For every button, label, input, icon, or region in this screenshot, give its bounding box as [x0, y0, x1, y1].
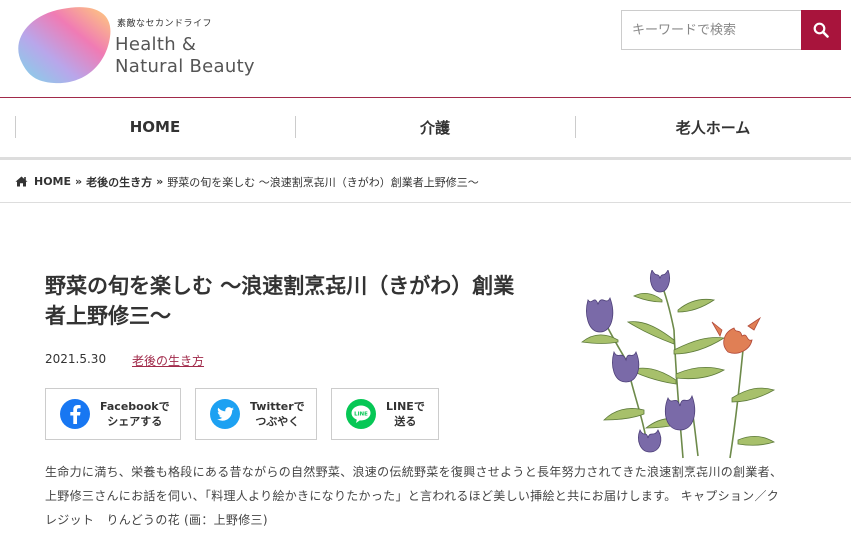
search-icon: [813, 22, 829, 38]
brand-line-2: Natural Beauty: [115, 56, 255, 77]
breadcrumb-current: 野菜の旬を楽しむ 〜浪速割烹㐂川（きがわ）創業者上野修三〜: [167, 175, 479, 189]
gentian-illustration: [581, 270, 776, 459]
svg-text:LINE: LINE: [354, 411, 368, 417]
breadcrumb-separator: »: [75, 175, 83, 188]
breadcrumb: HOME » 老後の生き方 » 野菜の旬を楽しむ 〜浪速割烹㐂川（きがわ）創業者…: [0, 161, 851, 203]
site-logo[interactable]: 素敵なセカンドライフ Health & Natural Beauty: [14, 3, 274, 88]
twitter-share-button[interactable]: Twitterで つぶやく: [195, 388, 317, 440]
search-button[interactable]: [801, 10, 841, 50]
article-lead: 生命力に満ち、栄養も格段にある昔ながらの自然野菜、浪速の伝統野菜を復興させようと…: [45, 465, 783, 527]
search-input[interactable]: [621, 10, 802, 50]
breadcrumb-home-link[interactable]: HOME: [34, 175, 71, 188]
facebook-icon: [60, 399, 90, 429]
line-icon: LINE: [346, 399, 376, 429]
article-date: 2021.5.30: [45, 352, 107, 366]
home-icon: [15, 176, 28, 187]
site-header: 素敵なセカンドライフ Health & Natural Beauty: [0, 0, 851, 98]
twitter-icon: [210, 399, 240, 429]
twitter-share-label: Twitterで つぶやく: [250, 400, 305, 428]
breadcrumb-separator: »: [156, 175, 164, 188]
nav-item-care[interactable]: 介護: [295, 98, 575, 156]
article-meta: 2021.5.30 老後の生き方: [45, 352, 204, 368]
logo-blob-icon: [18, 7, 111, 84]
breadcrumb-category-link[interactable]: 老後の生き方: [86, 174, 152, 190]
nav-item-home[interactable]: HOME: [15, 98, 295, 156]
nav-item-nursing-home[interactable]: 老人ホーム: [575, 98, 851, 156]
search-form: [621, 10, 841, 50]
logo-brand-name: Health & Natural Beauty: [115, 34, 255, 78]
article-title: 野菜の旬を楽しむ 〜浪速割烹㐂川（きがわ）創業者上野修三〜: [45, 274, 515, 328]
logo-tagline: 素敵なセカンドライフ: [117, 19, 213, 29]
article-category-link[interactable]: 老後の生き方: [132, 352, 204, 369]
facebook-share-label: Facebookで シェアする: [100, 400, 170, 428]
main-nav: HOME 介護 老人ホーム: [0, 98, 851, 160]
line-share-button[interactable]: LINE LINEで 送る: [331, 388, 439, 440]
facebook-share-button[interactable]: Facebookで シェアする: [45, 388, 181, 440]
line-share-label: LINEで 送る: [386, 400, 425, 428]
brand-line-1: Health &: [115, 34, 197, 55]
